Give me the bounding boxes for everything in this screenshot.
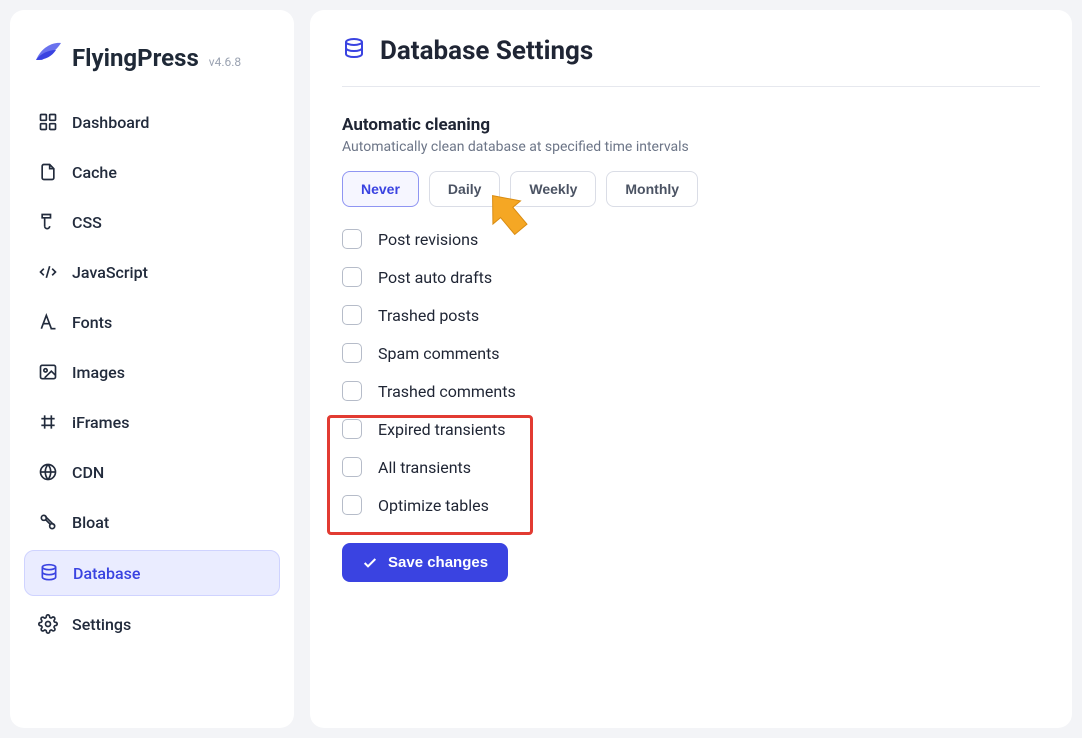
check-label: Spam comments [378, 344, 500, 363]
check-label: All transients [378, 458, 471, 477]
cleanup-options-list: Post revisions Post auto drafts Trashed … [342, 229, 1040, 515]
tab-weekly[interactable]: Weekly [510, 171, 596, 207]
dashboard-icon [38, 112, 58, 132]
section-title: Automatic cleaning [342, 115, 1040, 135]
sidebar-item-fonts[interactable]: Fonts [24, 300, 280, 344]
cache-icon [38, 162, 58, 182]
section-description: Automatically clean database at specifie… [342, 139, 1040, 155]
sidebar-item-label: Bloat [72, 513, 109, 532]
sidebar-item-css[interactable]: CSS [24, 200, 280, 244]
check-all-transients[interactable]: All transients [342, 457, 1040, 477]
settings-icon [38, 614, 58, 634]
checkbox[interactable] [342, 457, 362, 477]
check-expired-transients[interactable]: Expired transients [342, 419, 1040, 439]
fonts-icon [38, 312, 58, 332]
check-optimize-tables[interactable]: Optimize tables [342, 495, 1040, 515]
check-label: Post auto drafts [378, 268, 492, 287]
iframes-icon [38, 412, 58, 432]
sidebar-item-label: Images [72, 363, 125, 382]
brand-logo [34, 40, 62, 66]
checkbox[interactable] [342, 305, 362, 325]
check-label: Trashed posts [378, 306, 479, 325]
checkbox[interactable] [342, 381, 362, 401]
save-button[interactable]: Save changes [342, 543, 508, 582]
page-header: Database Settings [342, 36, 1040, 87]
tab-never[interactable]: Never [342, 171, 419, 207]
check-spam-comments[interactable]: Spam comments [342, 343, 1040, 363]
checkbox[interactable] [342, 229, 362, 249]
sidebar-item-dashboard[interactable]: Dashboard [24, 100, 280, 144]
brand-version: v4.6.8 [209, 55, 241, 69]
check-label: Optimize tables [378, 496, 489, 515]
database-icon [342, 37, 366, 65]
brand: FlyingPress v4.6.8 [24, 30, 280, 100]
checkbox[interactable] [342, 419, 362, 439]
check-post-revisions[interactable]: Post revisions [342, 229, 1040, 249]
check-post-auto-drafts[interactable]: Post auto drafts [342, 267, 1040, 287]
sidebar-item-settings[interactable]: Settings [24, 602, 280, 646]
save-button-label: Save changes [388, 554, 488, 571]
sidebar-item-label: CSS [72, 213, 102, 232]
flyingpress-logo-icon [34, 40, 62, 66]
checkbox[interactable] [342, 343, 362, 363]
sidebar-item-label: Settings [72, 615, 131, 634]
tab-monthly[interactable]: Monthly [606, 171, 698, 207]
tab-daily[interactable]: Daily [429, 171, 500, 207]
sidebar-item-iframes[interactable]: iFrames [24, 400, 280, 444]
sidebar-item-cache[interactable]: Cache [24, 150, 280, 194]
sidebar-item-label: Fonts [72, 313, 112, 332]
sidebar-item-cdn[interactable]: CDN [24, 450, 280, 494]
sidebar-nav: Dashboard Cache CSS JavaScript [24, 100, 280, 646]
brand-name: FlyingPress [72, 44, 199, 72]
interval-tab-group: Never Daily Weekly Monthly [342, 171, 1040, 207]
bloat-icon [38, 512, 58, 532]
sidebar-item-images[interactable]: Images [24, 350, 280, 394]
sidebar-item-label: JavaScript [72, 263, 148, 282]
section-automatic-cleaning: Automatic cleaning Automatically clean d… [342, 115, 1040, 582]
sidebar-item-label: CDN [72, 463, 104, 482]
checkbox[interactable] [342, 495, 362, 515]
sidebar-item-label: Dashboard [72, 113, 149, 132]
check-trashed-posts[interactable]: Trashed posts [342, 305, 1040, 325]
images-icon [38, 362, 58, 382]
checkbox[interactable] [342, 267, 362, 287]
sidebar-item-label: Cache [72, 163, 117, 182]
main-panel: Database Settings Automatic cleaning Aut… [310, 10, 1072, 728]
check-trashed-comments[interactable]: Trashed comments [342, 381, 1040, 401]
page-title: Database Settings [380, 36, 593, 66]
check-label: Post revisions [378, 230, 478, 249]
sidebar-item-bloat[interactable]: Bloat [24, 500, 280, 544]
check-icon [362, 555, 378, 571]
cdn-icon [38, 462, 58, 482]
sidebar-item-label: Database [73, 564, 140, 583]
sidebar-item-database[interactable]: Database [24, 550, 280, 596]
check-label: Expired transients [378, 420, 506, 439]
database-icon [39, 563, 59, 583]
css-icon [38, 212, 58, 232]
sidebar: FlyingPress v4.6.8 Dashboard Cache CSS [10, 10, 294, 728]
javascript-icon [38, 262, 58, 282]
sidebar-item-javascript[interactable]: JavaScript [24, 250, 280, 294]
check-label: Trashed comments [378, 382, 516, 401]
sidebar-item-label: iFrames [72, 413, 129, 432]
